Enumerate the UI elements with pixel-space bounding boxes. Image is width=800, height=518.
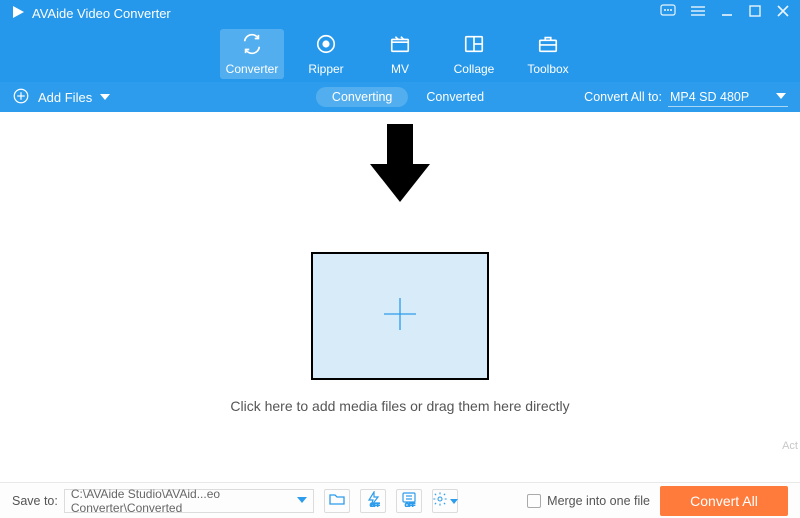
- save-path-value: C:\AVAide Studio\AVAid...eo Converter\Co…: [71, 487, 297, 515]
- output-format-select[interactable]: MP4 SD 480P: [668, 87, 788, 107]
- speed-icon: OFF: [401, 491, 417, 510]
- tab-converted[interactable]: Converted: [426, 90, 484, 104]
- nav-label: Ripper: [308, 62, 343, 76]
- minimize-icon[interactable]: [720, 4, 734, 23]
- tab-label: Converting: [332, 90, 392, 104]
- titlebar: AVAide Video Converter: [0, 0, 800, 26]
- save-path-field[interactable]: C:\AVAide Studio\AVAid...eo Converter\Co…: [64, 489, 314, 513]
- status-tabs: Converting Converted: [316, 87, 484, 107]
- ripper-icon: [315, 33, 337, 58]
- feedback-icon[interactable]: [660, 4, 676, 23]
- nav-label: MV: [391, 62, 409, 76]
- high-speed-button[interactable]: OFF: [396, 489, 422, 513]
- svg-text:OFF: OFF: [370, 503, 380, 507]
- nav-mv[interactable]: MV: [368, 29, 432, 79]
- main-area: Click here to add media files or drag th…: [0, 112, 800, 482]
- settings-button[interactable]: [432, 489, 458, 513]
- mv-icon: [389, 33, 411, 58]
- toolbox-icon: [537, 33, 559, 58]
- dropzone[interactable]: [311, 252, 489, 380]
- convert-all-to: Convert All to: MP4 SD 480P: [584, 87, 788, 107]
- arrow-down-icon: [365, 124, 435, 209]
- chevron-down-icon: [297, 494, 307, 508]
- nav-label: Converter: [226, 62, 279, 76]
- lightning-icon: OFF: [366, 491, 380, 510]
- merge-checkbox[interactable]: Merge into one file: [527, 494, 650, 508]
- nav-label: Toolbox: [527, 62, 568, 76]
- app-logo-icon: [10, 4, 26, 23]
- nav-label: Collage: [454, 62, 495, 76]
- watermark: Act: [782, 440, 798, 452]
- gear-icon: [432, 491, 448, 510]
- titlebar-left: AVAide Video Converter: [10, 4, 171, 23]
- subbar: Add Files Converting Converted Convert A…: [0, 82, 800, 112]
- drop-text: Click here to add media files or drag th…: [230, 398, 569, 414]
- nav-converter[interactable]: Converter: [220, 29, 284, 79]
- chevron-down-icon: [776, 90, 786, 104]
- save-to-label: Save to:: [12, 494, 58, 508]
- save-to: Save to: C:\AVAide Studio\AVAid...eo Con…: [12, 489, 314, 513]
- add-files-label: Add Files: [38, 90, 92, 105]
- add-files-button[interactable]: Add Files: [12, 87, 110, 108]
- tab-converting[interactable]: Converting: [316, 87, 408, 107]
- convert-all-button[interactable]: Convert All: [660, 486, 788, 516]
- folder-icon: [329, 492, 345, 509]
- titlebar-controls: [660, 4, 790, 23]
- navbar: Converter Ripper MV Collage Toolbox: [0, 26, 800, 82]
- open-folder-button[interactable]: [324, 489, 350, 513]
- convert-all-to-label: Convert All to:: [584, 90, 662, 104]
- svg-text:OFF: OFF: [405, 503, 415, 507]
- menu-icon[interactable]: [690, 4, 706, 22]
- nav-collage[interactable]: Collage: [442, 29, 506, 79]
- footer: Save to: C:\AVAide Studio\AVAid...eo Con…: [0, 482, 800, 518]
- format-value: MP4 SD 480P: [670, 90, 749, 104]
- close-icon[interactable]: [776, 4, 790, 23]
- nav-toolbox[interactable]: Toolbox: [516, 29, 580, 79]
- checkbox-icon: [527, 494, 541, 508]
- chevron-down-icon: [450, 494, 458, 508]
- plus-circle-icon: [12, 87, 30, 108]
- hw-accel-button[interactable]: OFF: [360, 489, 386, 513]
- maximize-icon[interactable]: [748, 4, 762, 23]
- converter-icon: [241, 33, 263, 58]
- nav-ripper[interactable]: Ripper: [294, 29, 358, 79]
- tab-label: Converted: [426, 90, 484, 104]
- plus-icon: [378, 292, 422, 341]
- app-title: AVAide Video Converter: [32, 6, 171, 21]
- chevron-down-icon: [100, 90, 110, 105]
- collage-icon: [463, 33, 485, 58]
- convert-all-label: Convert All: [690, 493, 758, 509]
- merge-label: Merge into one file: [547, 494, 650, 508]
